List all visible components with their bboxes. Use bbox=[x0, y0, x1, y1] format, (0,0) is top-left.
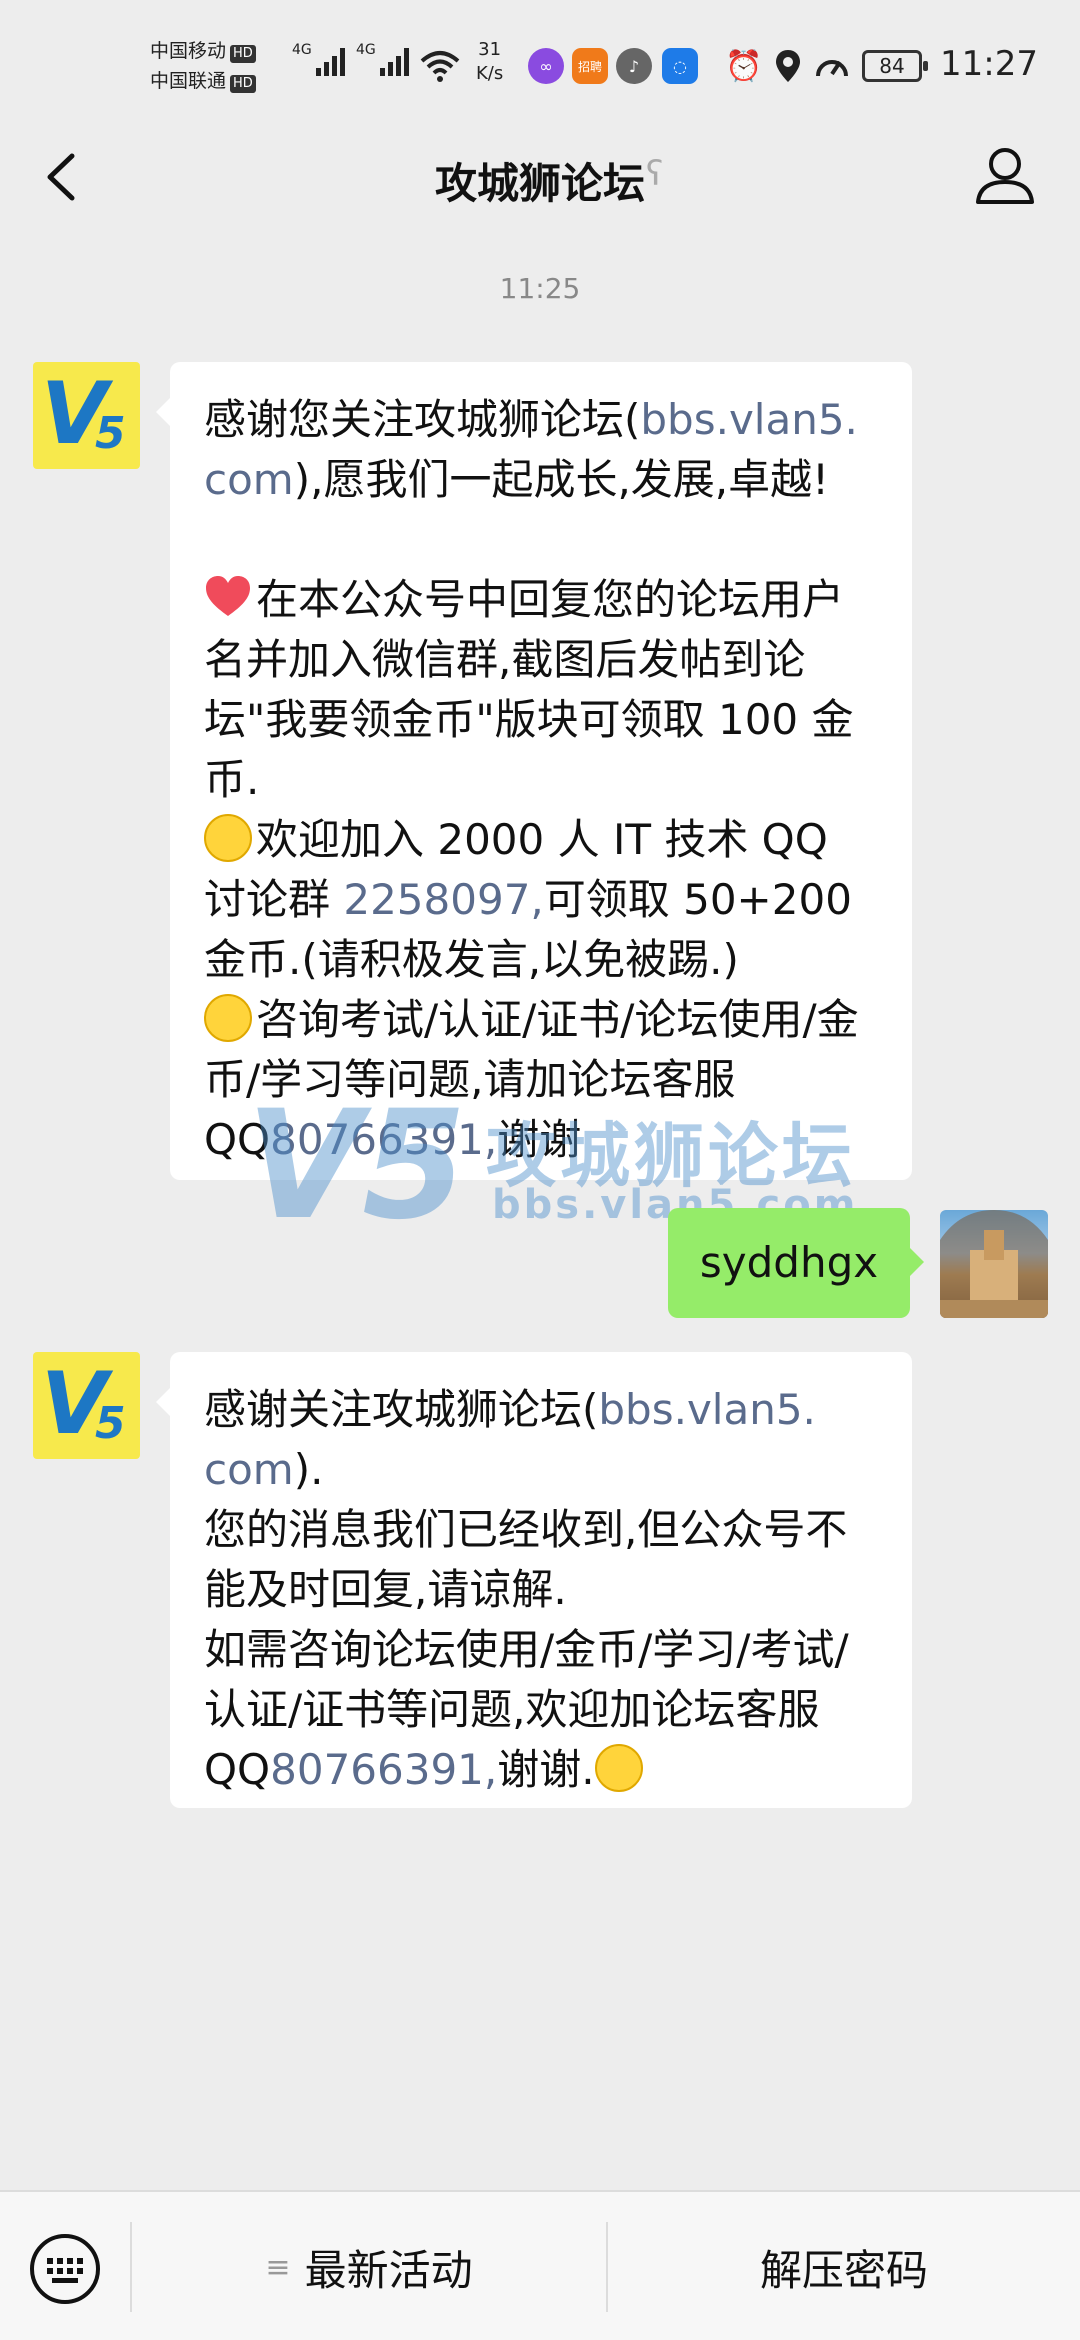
carrier-info: 中国移动 HD 中国联通 HD bbox=[150, 36, 256, 96]
carrier-1: 中国移动 bbox=[150, 40, 227, 62]
bulb-icon: ◌ bbox=[662, 48, 698, 84]
chat-header: 攻城狮论坛 ʕ bbox=[0, 130, 1080, 240]
message-timestamp: 11:25 bbox=[499, 272, 581, 305]
keyboard-toggle-button[interactable] bbox=[28, 2232, 102, 2306]
app-notification-icon: 招聘 bbox=[572, 48, 608, 84]
smile-emoji-icon bbox=[204, 814, 252, 862]
qq-number-link[interactable]: 80766391, bbox=[270, 1745, 497, 1794]
signal-icon bbox=[380, 48, 409, 76]
forum-link[interactable]: com bbox=[204, 1445, 294, 1494]
signal-icon bbox=[316, 48, 345, 76]
network-type-2: 4G bbox=[356, 42, 376, 58]
wink-emoji-icon bbox=[204, 994, 252, 1042]
submenu-icon: ≡ bbox=[265, 2249, 291, 2285]
audio-icon: ♪ bbox=[616, 48, 652, 84]
message-bubble[interactable]: 感谢您关注攻城狮论坛(bbs.vlan5. com),愿我们一起成长,发展,卓越… bbox=[156, 362, 912, 1180]
location-icon bbox=[768, 46, 808, 86]
forum-link[interactable]: bbs.vlan5. bbox=[598, 1385, 816, 1434]
carrier-2: 中国联通 bbox=[150, 70, 227, 92]
status-bar: 中国移动 HD 中国联通 HD 4G 4G 31 K/s ∞ 招聘 ♪ ◌ ⏰ 84… bbox=[0, 0, 1080, 130]
official-account-avatar[interactable]: V5 bbox=[33, 362, 140, 469]
message-bubble[interactable]: 感谢关注攻城狮论坛(bbs.vlan5. com). 您的消息我们已经收到,但公… bbox=[156, 1352, 912, 1808]
chat-title: 攻城狮论坛 bbox=[434, 159, 645, 208]
status-time: 11:27 bbox=[940, 44, 1038, 84]
network-speed: 31 K/s bbox=[476, 39, 504, 84]
menu-unzip-password[interactable]: 解压密码 bbox=[608, 2192, 1080, 2340]
heart-emoji-icon bbox=[204, 574, 252, 622]
person-icon bbox=[976, 148, 1034, 204]
forum-link[interactable]: com bbox=[204, 455, 294, 504]
my-avatar[interactable] bbox=[940, 1210, 1048, 1318]
keyboard-icon bbox=[30, 2234, 100, 2304]
speedometer-icon bbox=[812, 46, 852, 86]
menu-label: 最新活动 bbox=[304, 2245, 473, 2295]
menu-label: 解压密码 bbox=[759, 2245, 928, 2295]
alarm-icon: ⏰ bbox=[725, 48, 763, 84]
bottom-menu-bar: ≡ 最新活动 解压密码 bbox=[0, 2190, 1080, 2340]
ear-mode-icon: ʕ bbox=[646, 154, 664, 194]
wifi-icon bbox=[420, 46, 460, 86]
qq-group-link[interactable]: 2258097, bbox=[343, 875, 543, 924]
profile-button[interactable] bbox=[972, 142, 1038, 208]
forum-link[interactable]: bbs.vlan5. bbox=[640, 395, 858, 444]
network-type-1: 4G bbox=[292, 42, 312, 58]
menu-latest-activities[interactable]: ≡ 最新活动 bbox=[132, 2192, 606, 2340]
smile-emoji-icon bbox=[594, 1744, 643, 1792]
qq-number-link[interactable]: 80766391, bbox=[270, 1115, 497, 1164]
my-message-bubble[interactable]: syddhgx bbox=[668, 1208, 924, 1318]
official-account-avatar[interactable]: V5 bbox=[33, 1352, 140, 1459]
hd-badge: HD bbox=[230, 45, 256, 63]
hd-badge: HD bbox=[230, 75, 256, 93]
battery-indicator: 84 bbox=[862, 50, 928, 82]
app-notification-icon: ∞ bbox=[528, 48, 564, 84]
